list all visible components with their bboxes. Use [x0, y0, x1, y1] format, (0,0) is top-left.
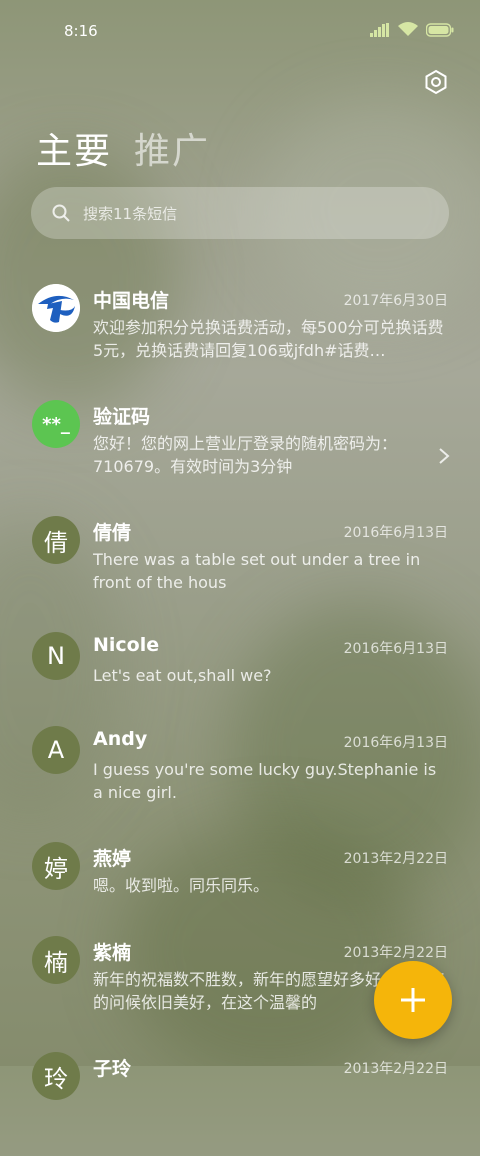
message-date: 2016年6月13日 [343, 641, 448, 657]
signal-icon [370, 22, 389, 37]
message-preview: I guess you're some lucky guy.Stephanie … [93, 760, 437, 802]
gear-icon[interactable] [422, 68, 450, 96]
message-date: 2016年6月13日 [343, 525, 448, 541]
sender-name: 子玲 [93, 1058, 132, 1080]
tab-bar: 主要 推广 [36, 122, 210, 174]
chevron-right-icon [439, 448, 450, 464]
status-time: 8:16 [64, 22, 98, 40]
avatar: 婷 [32, 842, 80, 890]
battery-icon [426, 22, 454, 37]
message-date: 2013年2月22日 [343, 945, 448, 961]
avatar: 楠 [32, 936, 80, 984]
message-date: 2013年2月22日 [343, 851, 448, 867]
message-date: 2016年6月13日 [343, 735, 448, 751]
sender-name: 中国电信 [93, 290, 170, 312]
list-item[interactable]: 倩 倩倩 2016年6月13日 There was a table set ou… [0, 504, 480, 620]
avatar: **_ [32, 400, 80, 448]
sender-name: 紫楠 [93, 942, 132, 964]
avatar [32, 284, 80, 332]
sender-name: Nicole [93, 634, 160, 656]
message-preview: There was a table set out under a tree i… [93, 550, 421, 592]
sender-name: Andy [93, 728, 148, 750]
list-item[interactable]: 玲 子玲 2013年2月22日 [0, 1040, 480, 1156]
sender-name: 验证码 [93, 406, 151, 428]
search-placeholder: 搜索11条短信 [83, 204, 178, 223]
status-bar: 8:16 [0, 0, 480, 60]
sender-name: 燕婷 [93, 848, 132, 870]
message-preview: 您好！您的网上营业厅登录的随机密码为：710679。有效时间为3分钟 [93, 434, 398, 476]
china-telecom-logo [32, 284, 80, 332]
message-preview: 嗯。收到啦。同乐同乐。 [93, 876, 270, 895]
sender-name: 倩倩 [93, 522, 132, 544]
list-item[interactable]: 中国电信 2017年6月30日 欢迎参加积分兑换话费活动，每500分可兑换话费5… [0, 272, 480, 388]
avatar: N [32, 632, 80, 680]
avatar: 玲 [32, 1052, 80, 1100]
list-item[interactable]: **_ 验证码 您好！您的网上营业厅登录的随机密码为：710679。有效时间为3… [0, 388, 480, 504]
tab-main[interactable]: 主要 [36, 122, 112, 174]
message-date: 2013年2月22日 [343, 1061, 448, 1077]
avatar: A [32, 726, 80, 774]
search-icon [52, 204, 70, 222]
wifi-icon [398, 22, 418, 36]
list-item[interactable]: A Andy 2016年6月13日 I guess you're some lu… [0, 714, 480, 830]
new-message-button[interactable] [374, 961, 452, 1039]
message-preview: 欢迎参加积分兑换话费活动，每500分可兑换话费5元，兑换话费请回复106或jfd… [93, 318, 444, 360]
message-date: 2017年6月30日 [343, 293, 448, 309]
list-item[interactable]: 婷 燕婷 2013年2月22日 嗯。收到啦。同乐同乐。 [0, 830, 480, 924]
plus-icon [401, 988, 425, 1012]
avatar: 倩 [32, 516, 80, 564]
tab-promotion[interactable]: 推广 [134, 122, 210, 174]
message-preview: Let's eat out,shall we? [93, 666, 272, 685]
list-item[interactable]: N Nicole 2016年6月13日 Let's eat out,shall … [0, 620, 480, 714]
search-input[interactable]: 搜索11条短信 [31, 187, 449, 239]
